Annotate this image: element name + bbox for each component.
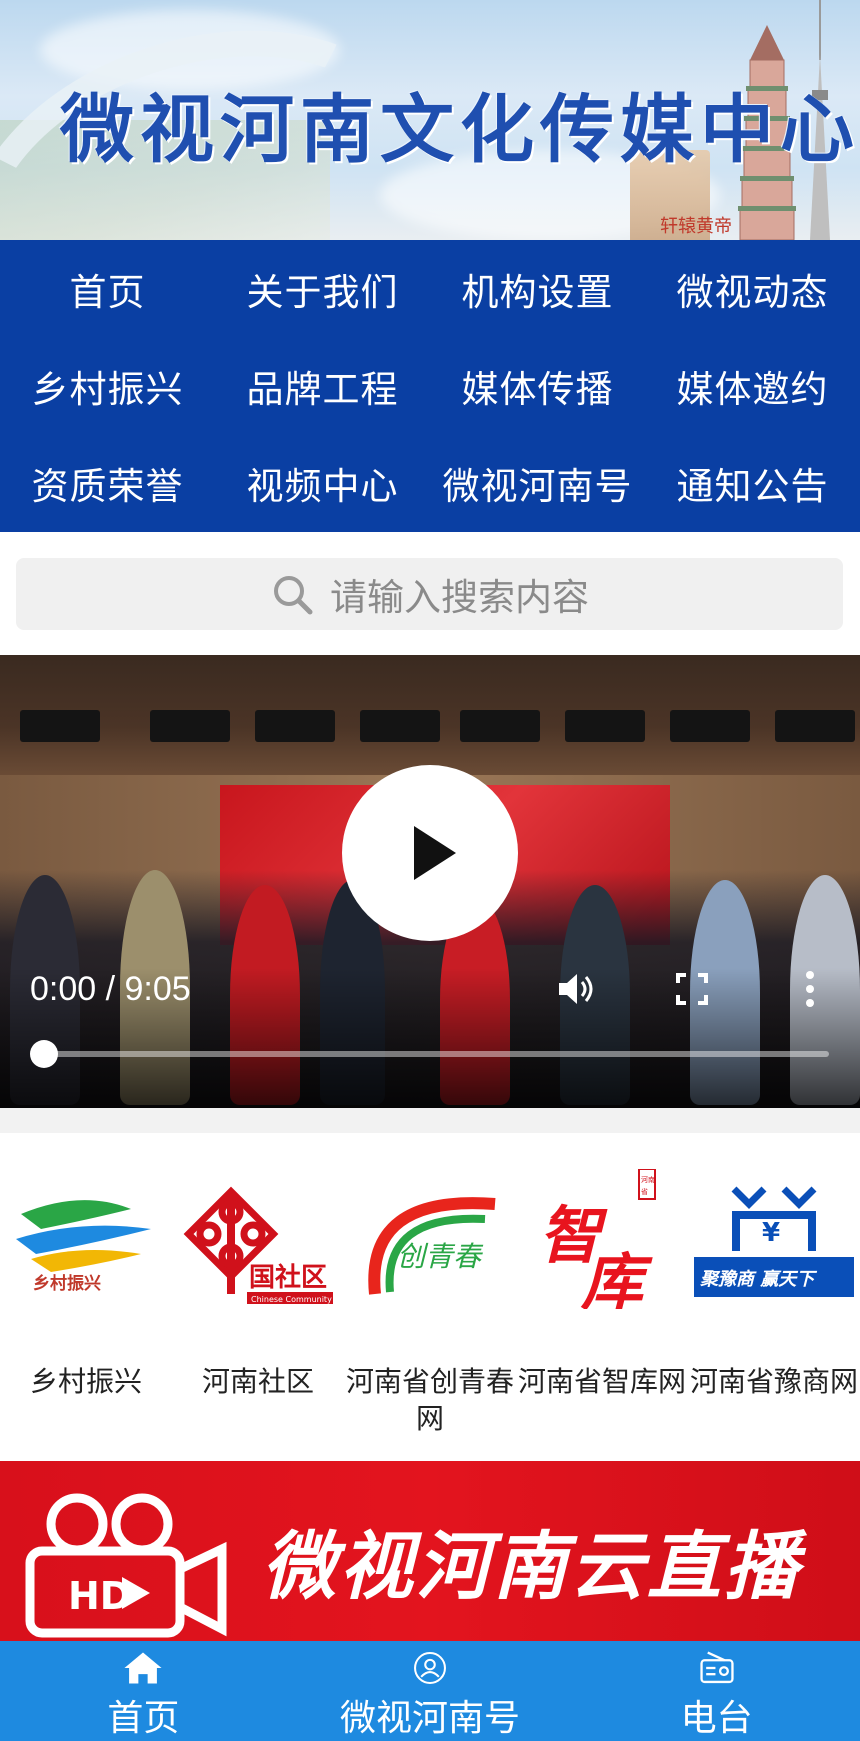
- more-options-icon[interactable]: [790, 969, 830, 1009]
- tab-weishi-henan-account[interactable]: 微视河南号: [287, 1641, 574, 1741]
- main-nav: 首页 关于我们 机构设置 微视动态 乡村振兴 品牌工程 媒体传播 媒体邀约 资质…: [0, 240, 860, 532]
- nav-item-media-communication[interactable]: 媒体传播: [430, 337, 645, 434]
- tab-weishi-henan-account-label: 微视河南号: [340, 1698, 521, 1739]
- section-divider: [0, 1108, 860, 1133]
- svg-text:河南: 河南: [641, 1175, 655, 1184]
- partner-label: 河南省智库网: [517, 1365, 686, 1398]
- partner-chuang-qingchun[interactable]: 创青春 河南省创青春网: [344, 1133, 516, 1461]
- svg-text:库: 库: [580, 1246, 653, 1309]
- nav-item-rural-revitalization[interactable]: 乡村振兴: [0, 337, 215, 434]
- bottom-tab-bar: 首页 微视河南号 电台: [0, 1641, 860, 1741]
- volume-icon[interactable]: [555, 969, 595, 1009]
- yushang-logo: ¥ 聚豫商 赢天下: [694, 1169, 854, 1309]
- tab-radio-label: 电台: [680, 1698, 753, 1739]
- header-banner: 微视河南文化传媒中心 轩辕黄帝: [0, 0, 860, 240]
- svg-text:聚豫商 赢天下: 聚豫商 赢天下: [699, 1269, 817, 1290]
- svg-text:¥: ¥: [762, 1218, 780, 1248]
- think-tank-logo: 河南 省 智 库: [522, 1169, 682, 1309]
- nav-item-news[interactable]: 微视动态: [645, 240, 860, 337]
- nav-item-home[interactable]: 首页: [0, 240, 215, 337]
- svg-text:乡村振兴: 乡村振兴: [33, 1273, 101, 1294]
- video-player[interactable]: 0:00 / 9:05: [0, 655, 860, 1108]
- partner-label: 河南省豫商网: [689, 1365, 858, 1398]
- svg-text:HD: HD: [68, 1574, 131, 1618]
- search-icon: [274, 576, 313, 615]
- partner-label: 河南社区: [201, 1365, 314, 1398]
- tab-radio[interactable]: 电台: [573, 1641, 860, 1741]
- chinese-community-logo: 国社区 Chinese Community: [178, 1169, 338, 1309]
- tab-home-label: 首页: [107, 1698, 180, 1739]
- rural-revitalization-logo: 乡村振兴: [6, 1169, 166, 1309]
- video-time: 0:00 / 9:05: [30, 970, 191, 1008]
- nav-item-about[interactable]: 关于我们: [215, 240, 430, 337]
- partner-think-tank[interactable]: 河南 省 智 库 河南省智库网: [516, 1133, 688, 1461]
- nav-item-notices[interactable]: 通知公告: [645, 434, 860, 531]
- banner-seal: 轩辕黄帝: [660, 216, 732, 237]
- home-icon: [124, 1652, 162, 1684]
- search-placeholder: 请输入搜索内容: [330, 576, 589, 619]
- fullscreen-icon[interactable]: [672, 969, 712, 1009]
- search-bar[interactable]: 请输入搜索内容: [16, 558, 843, 630]
- svg-text:国社区: 国社区: [249, 1262, 327, 1293]
- live-banner-title: 微视河南云直播: [262, 1524, 801, 1610]
- nav-item-organization[interactable]: 机构设置: [430, 240, 645, 337]
- tab-home[interactable]: 首页: [0, 1641, 287, 1741]
- nav-item-media-invitation[interactable]: 媒体邀约: [645, 337, 860, 434]
- partner-rural-revitalization[interactable]: 乡村振兴 乡村振兴: [0, 1133, 172, 1461]
- nav-item-weishi-henan-account[interactable]: 微视河南号: [430, 434, 645, 531]
- user-icon: [414, 1652, 446, 1684]
- play-icon: [414, 826, 456, 880]
- svg-text:省: 省: [641, 1187, 648, 1196]
- video-progress-thumb[interactable]: [30, 1040, 58, 1068]
- chuang-qingchun-logo: 创青春: [350, 1169, 510, 1309]
- nav-item-honors[interactable]: 资质荣誉: [0, 434, 215, 531]
- video-progress-bar[interactable]: [44, 1051, 829, 1057]
- partner-links: 乡村振兴 乡村振兴 国社区 Chinese Community 河南社区 创青春…: [0, 1133, 860, 1461]
- svg-text:Chinese Community: Chinese Community: [251, 1295, 332, 1304]
- banner-title: 微视河南文化传媒中心: [60, 87, 860, 173]
- partner-label: 乡村振兴: [29, 1365, 142, 1398]
- partner-henan-community[interactable]: 国社区 Chinese Community 河南社区: [172, 1133, 344, 1461]
- radio-icon: [700, 1651, 734, 1684]
- video-camera-icon: HD: [25, 1493, 227, 1638]
- cloud-live-banner[interactable]: HD 微视河南云直播: [0, 1461, 860, 1641]
- nav-item-brand-project[interactable]: 品牌工程: [215, 337, 430, 434]
- partner-label: 河南省创青春网: [345, 1365, 514, 1435]
- nav-item-video-center[interactable]: 视频中心: [215, 434, 430, 531]
- play-button[interactable]: [342, 765, 518, 941]
- svg-text:创青春: 创青春: [397, 1240, 484, 1273]
- partner-yushang[interactable]: ¥ 聚豫商 赢天下 河南省豫商网: [688, 1133, 860, 1461]
